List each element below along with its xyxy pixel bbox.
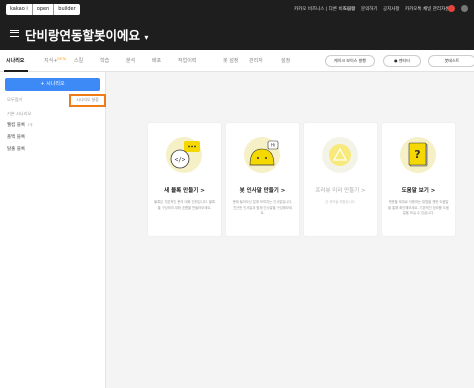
sidebar-item-label: 웰컴 블록: [7, 123, 25, 128]
chevron-down-icon: ▾: [144, 33, 149, 42]
card-title: 새 블록 만들기 >: [164, 188, 205, 194]
main-tab-bar: 시나리오 지식+BETA 스킬 학습 분석 배포 작업이력 봇 설정 관리자 설…: [0, 50, 474, 72]
question-book-icon: ?: [400, 137, 436, 173]
tab-admin[interactable]: 관리자: [249, 57, 263, 64]
brand-builder: builder: [58, 6, 76, 12]
top-utility-bar: kakao i open builder 카카오 비즈니스 | 다른 비즈니스 …: [0, 0, 474, 20]
bot-header: 단비랑연동할봇이에요 ▾: [0, 20, 474, 50]
svg-text:</>: </>: [175, 157, 186, 164]
group-label: 기본 시나리오: [7, 111, 32, 116]
notification-icon[interactable]: [448, 5, 455, 12]
card-description: 챗봇을 제대로 이용하는 방법을 챗봇 도움말을 통해 확인해보세요. 기본적인…: [388, 200, 449, 215]
card-description: 블록은 기본적인 봇의 대화 단위입니다. 블록을 구성하여 대화 흐름을 만들…: [154, 200, 215, 210]
tab-analysis[interactable]: 분석: [126, 57, 135, 64]
svg-text:?: ?: [414, 148, 420, 161]
sidebar-item-fallback[interactable]: 폴백 블록: [7, 134, 25, 140]
sidebar-item-label: 탈출 블록: [7, 147, 25, 152]
mentor-button[interactable]: ● 멘티터: [383, 55, 421, 67]
bot-name: 단비랑연동할봇이에요: [25, 28, 141, 43]
topnav-inquiry[interactable]: 문의하기: [361, 6, 378, 12]
add-scenario-button[interactable]: + 시나리오: [5, 78, 100, 91]
card-help[interactable]: ? 도움말 보기 > 챗봇을 제대로 이용하는 방법을 챗봇 도움말을 통해 확…: [382, 123, 455, 236]
chatbot-face-icon: Hi: [244, 137, 280, 173]
brand-kakao: kakao i: [6, 4, 33, 15]
brand-open: open: [33, 4, 55, 15]
topnav-notice[interactable]: 공지사항: [383, 6, 400, 12]
scenario-settings-button[interactable]: 시나리오 설정: [69, 94, 106, 107]
sidebar-item-exit[interactable]: 탈출 블록: [7, 146, 25, 152]
card-title: 도움말 보기 >: [401, 188, 436, 194]
card-preview: 프리뷰 미리 만들기 > 곧 준비될 예정입니다.: [304, 123, 377, 236]
sidebar-item-label: 폴백 블록: [7, 135, 25, 140]
topnav-help[interactable]: 도움말: [343, 6, 355, 12]
svg-text:Hi: Hi: [271, 143, 275, 148]
topnav-channel-admin[interactable]: 카카오톡 채널 관리자센터: [405, 6, 453, 12]
lightbulb-triangle-icon: [322, 137, 358, 173]
item-count: 1개: [27, 123, 33, 127]
avatar[interactable]: [461, 5, 468, 12]
tab-bot-settings[interactable]: 봇 설정: [223, 57, 238, 64]
tab-scenario[interactable]: 시나리오: [6, 57, 24, 64]
tab-history[interactable]: 작업이력: [178, 57, 196, 64]
card-description: 봇에 들어오신 분께 보여지는 인사말입니다. 친근한 인사말과 함께 인사말을…: [232, 200, 293, 215]
tab-knowledge[interactable]: 지식+BETA: [44, 57, 66, 64]
card-new-block[interactable]: </> 새 블록 만들기 > 블록은 기본적인 봇의 대화 단위입니다. 블록을…: [148, 123, 221, 236]
voice-publish-button[interactable]: 케이크 보이스 발행: [325, 55, 375, 67]
card-title: 봇 인사말 만들기 >: [239, 188, 286, 194]
tab-settings[interactable]: 설정: [281, 57, 290, 64]
kakao-brand-logo[interactable]: kakao i open builder: [6, 4, 80, 15]
beta-badge: BETA: [57, 57, 67, 61]
card-description: 곧 준비될 예정입니다.: [325, 200, 356, 204]
tab-skill[interactable]: 스킬: [74, 57, 83, 64]
bot-test-button[interactable]: 봇테스트: [428, 55, 474, 67]
bot-name-dropdown[interactable]: 단비랑연동할봇이에요 ▾: [25, 25, 148, 44]
tab-deploy[interactable]: 배포: [152, 57, 161, 64]
tab-knowledge-label: 지식+: [44, 58, 58, 64]
card-title: 프리뷰 미리 만들기 >: [315, 188, 366, 194]
hamburger-menu-icon[interactable]: [10, 30, 19, 37]
sidebar-item-welcome[interactable]: 웰컴 블록 1개: [7, 122, 32, 128]
collapse-all-link[interactable]: 모두접기: [7, 97, 22, 103]
tab-learning[interactable]: 학습: [100, 57, 109, 64]
code-speech-icon: </>: [166, 137, 202, 173]
card-bot-greeting[interactable]: Hi 봇 인사말 만들기 > 봇에 들어오신 분께 보여지는 인사말입니다. 친…: [226, 123, 299, 236]
scenario-sidebar: + 시나리오 모두접기 기본 시나리오 웰컴 블록 1개 폴백 블록 탈출 블록: [0, 72, 106, 388]
